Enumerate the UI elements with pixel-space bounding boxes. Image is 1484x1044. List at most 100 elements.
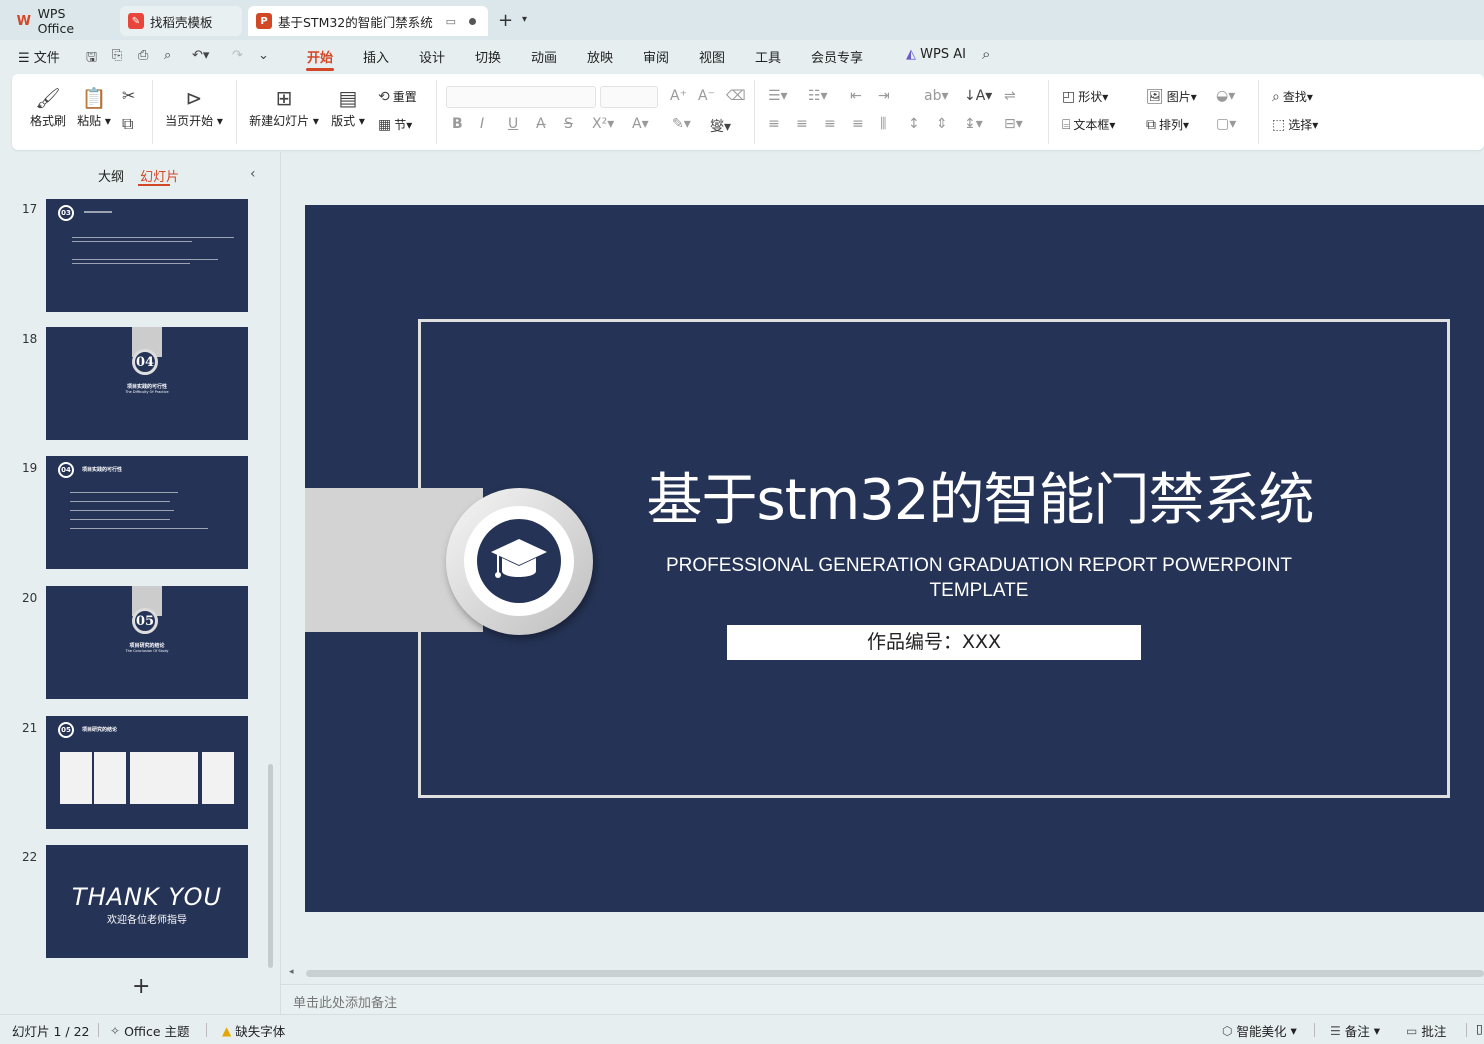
distribute-icon[interactable]: ⫼ (880, 116, 886, 132)
phonetic-icon[interactable]: 燮▾ (710, 116, 731, 136)
menu-view[interactable]: 视图 (699, 47, 725, 66)
slide-thumbnail-22[interactable]: THANK YOU 欢迎各位老师指导 (46, 845, 248, 958)
outline-icon[interactable]: ▢▾ (1216, 116, 1236, 132)
section-badge: 04 (58, 462, 74, 478)
convert-icon[interactable]: ⇌ (1004, 88, 1016, 104)
menu-home[interactable]: 开始 (307, 47, 333, 66)
new-slide-button[interactable]: ⊞ 新建幻灯片 ▾ (248, 84, 320, 129)
menu-tools[interactable]: 工具 (755, 47, 781, 66)
numbered-list-icon[interactable]: ☷▾ (808, 88, 828, 104)
align-left-icon[interactable]: ≡ (768, 116, 780, 132)
italic-icon[interactable]: I (480, 116, 484, 132)
smart-beautify-button[interactable]: ⬡ 智能美化 ▾ (1222, 1021, 1297, 1040)
share-icon[interactable]: ⎘ (112, 48, 122, 63)
superscript-icon[interactable]: X²▾ (592, 116, 614, 132)
menu-animation[interactable]: 动画 (531, 47, 557, 66)
shape-button[interactable]: ◰ 形状 ▾ (1062, 88, 1108, 105)
section-button[interactable]: ▦ 节 ▾ (378, 116, 412, 133)
arrange-button[interactable]: ⧉ 排列 ▾ (1146, 116, 1189, 133)
decrease-font-icon[interactable]: A⁻ (698, 88, 715, 104)
align-center-icon[interactable]: ≡ (796, 116, 808, 132)
slide-title[interactable]: 基于stm32的智能门禁系统 (595, 455, 1365, 536)
print-preview-icon[interactable]: ⌕ (164, 48, 171, 63)
search-icon[interactable]: ⌕ (982, 45, 990, 63)
menu-slideshow[interactable]: 放映 (587, 47, 613, 66)
tab-outline[interactable]: 大纲 (98, 170, 124, 185)
line-spacing-icon[interactable]: ↕ (908, 116, 920, 132)
increase-font-icon[interactable]: A⁺ (670, 88, 687, 104)
sort-icon[interactable]: ↓A▾ (964, 88, 992, 104)
tab-document[interactable]: P 基于STM32的智能门禁系统 ▭ (248, 6, 488, 36)
highlight-icon[interactable]: ✎▾ (672, 116, 691, 132)
work-id-box[interactable]: 作品编号：XXX (727, 625, 1141, 660)
chevron-down-icon[interactable]: ▾ (522, 14, 527, 25)
notes-area[interactable]: 单击此处添加备注 (281, 984, 1484, 1014)
menu-transition[interactable]: 切换 (475, 47, 501, 66)
missing-font-button[interactable]: ▲ 缺失字体 (222, 1021, 285, 1040)
slide-thumbnail-19[interactable]: 04 项目实践的可行性 (46, 456, 248, 569)
play-from-current-button[interactable]: ⊳ 当页开始 ▾ (162, 84, 226, 129)
underline-icon[interactable]: U (508, 116, 518, 132)
slide-subtitle[interactable]: PROFESSIONAL GENERATION GRADUATION REPOR… (625, 553, 1333, 603)
view-normal-icon[interactable]: ▯ (1476, 1021, 1483, 1036)
bullet-list-icon[interactable]: ☰▾ (768, 88, 788, 104)
text-line (72, 237, 234, 238)
theme-button[interactable]: ✧ Office 主题 (110, 1021, 190, 1040)
comments-button[interactable]: ▭ 批注 (1406, 1021, 1446, 1040)
layout-button[interactable]: ▤ 版式 ▾ (328, 84, 368, 129)
file-menu[interactable]: ☰ 文件 (18, 47, 60, 66)
slide-thumbnail-17[interactable]: 03 (46, 199, 248, 312)
panel-scrollbar[interactable] (268, 764, 273, 968)
decrease-indent-icon[interactable]: ⇤ (850, 88, 862, 104)
add-slide-icon[interactable]: + (132, 974, 150, 999)
vertical-align-icon[interactable]: ⊟▾ (1004, 116, 1023, 132)
picture-button[interactable]: 🖼 图片 ▾ (1146, 88, 1197, 105)
increase-indent-icon[interactable]: ⇥ (878, 88, 890, 104)
justify-icon[interactable]: ≡ (852, 116, 864, 132)
new-tab-icon[interactable]: + (498, 10, 513, 31)
tab-slides[interactable]: 幻灯片 (140, 170, 179, 185)
text-direction-icon[interactable]: ab▾ (924, 88, 949, 104)
column-icon[interactable]: ↨▾ (964, 116, 983, 132)
more-chevron-icon[interactable]: ⌄ (258, 48, 269, 63)
slide-canvas[interactable]: 基于stm32的智能门禁系统 PROFESSIONAL GENERATION G… (305, 205, 1484, 912)
cut-button[interactable]: ✂ (122, 86, 135, 105)
tab-wps-office[interactable]: W WPS Office (8, 6, 112, 36)
font-color-icon[interactable]: A▾ (632, 116, 649, 132)
copy-button[interactable]: ⧉ (122, 114, 133, 134)
menu-membership[interactable]: 会员专享 (811, 47, 863, 66)
wps-ai-button[interactable]: ◭ WPS AI (906, 47, 966, 62)
reset-button[interactable]: ⟲ 重置 (378, 88, 417, 105)
tab-label: 找稻壳模板 (150, 14, 213, 30)
scroll-left-icon[interactable]: ◂ (289, 967, 294, 977)
slide-thumbnail-18[interactable]: 04 项目实践的可行性 The Difficulty Of Practice (46, 327, 248, 440)
menu-design[interactable]: 设计 (419, 47, 445, 66)
align-right-icon[interactable]: ≡ (824, 116, 836, 132)
select-button[interactable]: ⬚ 选择 ▾ (1272, 116, 1318, 133)
scissors-icon: ✂ (122, 86, 136, 105)
fill-icon[interactable]: ◒▾ (1216, 88, 1235, 104)
collapse-panel-icon[interactable]: ‹ (250, 166, 256, 182)
menu-review[interactable]: 审阅 (643, 47, 669, 66)
print-icon[interactable]: ⎙ (138, 48, 148, 63)
clear-format-icon[interactable]: ⌫ (726, 88, 746, 104)
font-size-select[interactable] (600, 86, 658, 108)
slide-thumbnail-20[interactable]: 05 项目研究的结论 The Conclusion Of Study (46, 586, 248, 699)
format-painter-button[interactable]: 🖌 格式刷 (28, 84, 68, 129)
strikethrough-icon[interactable]: A̶ (536, 116, 546, 132)
shadow-icon[interactable]: S (564, 116, 573, 132)
textbox-button[interactable]: ⌸ 文本框 ▾ (1062, 116, 1115, 133)
menu-insert[interactable]: 插入 (363, 47, 389, 66)
find-button[interactable]: ⌕ 查找 ▾ (1272, 88, 1313, 105)
undo-icon[interactable]: ↶▾ (192, 48, 209, 63)
font-family-select[interactable] (446, 86, 596, 108)
redo-icon[interactable]: ↷ (232, 48, 243, 63)
paragraph-spacing-icon[interactable]: ⇕ (936, 116, 948, 132)
notes-toggle-button[interactable]: ☰ 备注 ▾ (1330, 1021, 1380, 1040)
horizontal-scrollbar[interactable] (306, 970, 1484, 977)
bold-icon[interactable]: B (452, 116, 463, 132)
slide-thumbnail-21[interactable]: 05 项目研究的结论 (46, 716, 248, 829)
paste-button[interactable]: 📋 粘贴 ▾ (76, 84, 112, 129)
save-icon[interactable]: 🖫 (86, 48, 97, 70)
tab-template-store[interactable]: ✎ 找稻壳模板 (120, 6, 242, 36)
